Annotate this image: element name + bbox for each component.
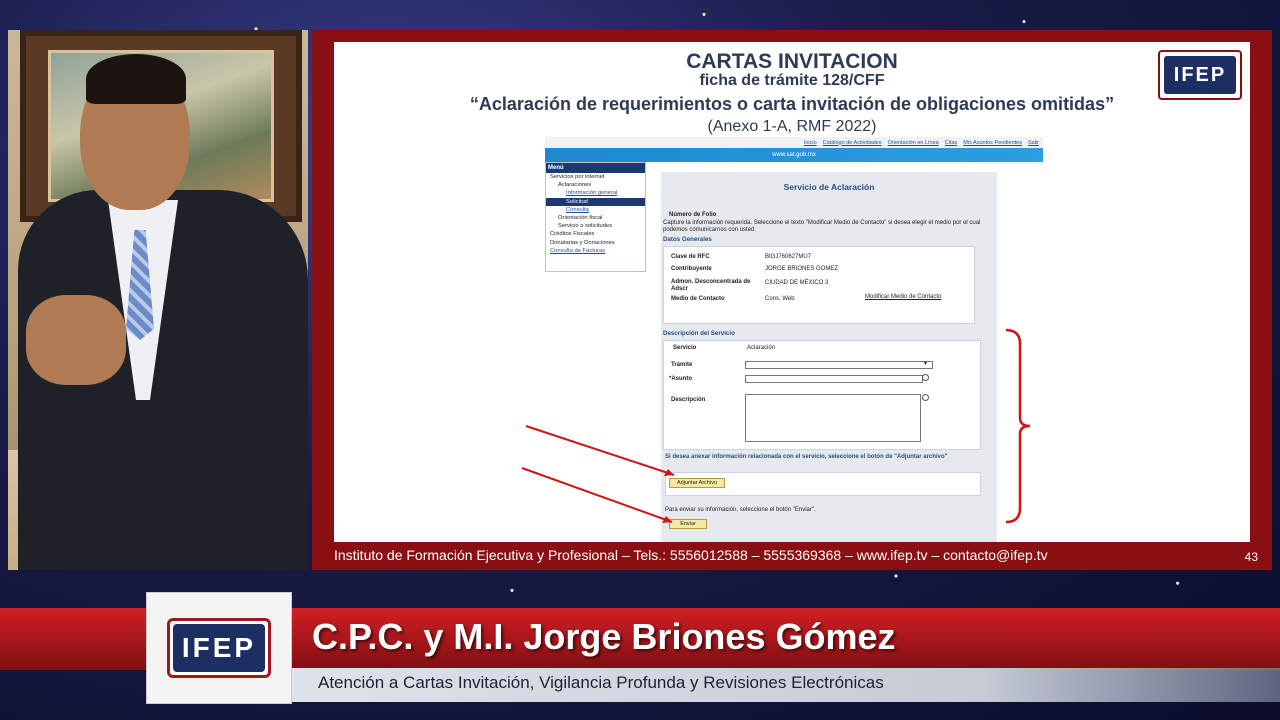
menu-item-solicitud[interactable]: Solicitud — [546, 197, 645, 206]
chevron-down-icon: ▾ — [924, 361, 928, 367]
form-title: Servicio de Aclaración — [783, 182, 875, 192]
descripcion-servicio-heading: Descripción del Servicio — [663, 330, 735, 337]
slide-reference: (Anexo 1-A, RMF 2022) — [707, 118, 877, 135]
datos-generales-heading: Datos Generales — [663, 236, 712, 243]
tramite-select[interactable] — [745, 361, 933, 369]
asunto-input[interactable] — [745, 375, 923, 383]
slide-logo-text: IFEP — [1164, 56, 1236, 94]
nav-link-citas[interactable]: Citas — [945, 140, 958, 146]
presenter-hair — [86, 54, 186, 104]
presenter-video — [8, 30, 308, 570]
medio-contacto-label: Medio de Contacto — [671, 296, 725, 302]
menu-item-creditos-fiscales[interactable]: Créditos Fiscales — [546, 230, 645, 238]
admon-value: CIUDAD DE MÉXICO 3 — [765, 280, 829, 286]
slide-footer: Instituto de Formación Ejecutiva y Profe… — [334, 547, 1048, 563]
form-instructions: Capture la información requerida. Selecc… — [663, 220, 981, 233]
menu-item-servicio-solicitudes[interactable]: Servicio o solicitudes — [546, 222, 645, 230]
menu-item-donatarias[interactable]: Donatarias y Donaciones — [546, 239, 645, 247]
sat-web-screenshot: Inicio Catálogo de Actividades Orientaci… — [545, 137, 1043, 542]
menu-item-servicios-internet[interactable]: Servicios por internet — [546, 173, 645, 181]
menu-item-aclaraciones[interactable]: Aclaraciones — [546, 181, 645, 189]
nav-link-orientacion[interactable]: Orientación en Línea — [888, 140, 939, 146]
rfc-value: BIGJ760627MU7 — [765, 254, 812, 260]
lower-third-logo-card: IFEP — [146, 592, 292, 704]
sat-banner: www.sat.gob.mx — [545, 148, 1043, 162]
ifep-logo: IFEP — [167, 618, 271, 678]
descripcion-label: Descripción — [671, 397, 706, 403]
slide-subtitle: ficha de trámite 128/CFF — [699, 72, 885, 89]
slide-frame: CARTAS INVITACION ficha de trámite 128/C… — [312, 30, 1272, 570]
servicio-value: Aclaración — [747, 345, 776, 351]
medio-contacto-value: Cons. Web — [765, 296, 795, 302]
speaker-name: C.P.C. y M.I. Jorge Briones Gómez — [312, 616, 896, 657]
nav-link-salir[interactable]: Salir — [1028, 140, 1039, 146]
modificar-medio-link[interactable]: Modificar Medio de Contacto — [865, 294, 941, 300]
asunto-label: *Asunto — [669, 376, 692, 382]
talk-description: Atención a Cartas Invitación, Vigilancia… — [318, 673, 884, 692]
spellcheck-icon[interactable] — [922, 374, 929, 381]
menu-header: Menú — [546, 163, 645, 173]
menu-item-consulta[interactable]: Consulta — [546, 206, 645, 214]
web-top-nav: Inicio Catálogo de Actividades Orientaci… — [545, 137, 1043, 148]
slide-logo: IFEP — [1158, 50, 1242, 100]
spellcheck-icon-2[interactable] — [922, 394, 929, 401]
tramite-label: Trámite — [671, 362, 693, 368]
adjuntar-archivo-button[interactable]: Adjuntar Archivo — [669, 478, 725, 488]
contribuyente-value: JORGE BRIONES GOMEZ — [765, 266, 839, 272]
descripcion-textarea[interactable] — [745, 394, 921, 442]
rfc-label: Clave de RFC — [671, 254, 710, 260]
enviar-button[interactable]: Enviar — [669, 519, 707, 529]
menu-item-consulta-facturas[interactable]: Consulta de Facturas — [546, 247, 645, 255]
anexar-instructions: Si desea anexar información relacionada … — [665, 454, 948, 460]
slide: CARTAS INVITACION ficha de trámite 128/C… — [334, 42, 1250, 542]
side-menu: Menú Servicios por internet Aclaraciones… — [545, 162, 646, 272]
admon-label: Admon. Desconcentrada de Adscr — [671, 279, 751, 292]
presenter-hands — [26, 295, 126, 385]
slide-title: CARTAS INVITACION — [686, 50, 898, 73]
contribuyente-label: Contribuyente — [671, 266, 712, 272]
ifep-logo-text: IFEP — [173, 624, 265, 672]
menu-item-orientacion-fiscal[interactable]: Orientación fiscal — [546, 214, 645, 222]
servicio-label: Servicio — [673, 345, 697, 351]
nav-link-inicio[interactable]: Inicio — [804, 140, 817, 146]
nav-link-pendientes[interactable]: Mis Asuntos Pendientes — [963, 140, 1022, 146]
aclaracion-form: Servicio de Aclaración Número de Folio C… — [661, 172, 997, 542]
enviar-instructions: Para enviar su información, seleccione e… — [665, 507, 816, 513]
nav-link-catalogo[interactable]: Catálogo de Actividades — [823, 140, 882, 146]
slide-heading: “Aclaración de requerimientos o carta in… — [469, 94, 1115, 114]
folio-label: Número de Folio — [669, 212, 717, 218]
menu-item-informacion-general[interactable]: Información general — [546, 189, 645, 197]
slide-page-number: 43 — [1244, 550, 1258, 564]
